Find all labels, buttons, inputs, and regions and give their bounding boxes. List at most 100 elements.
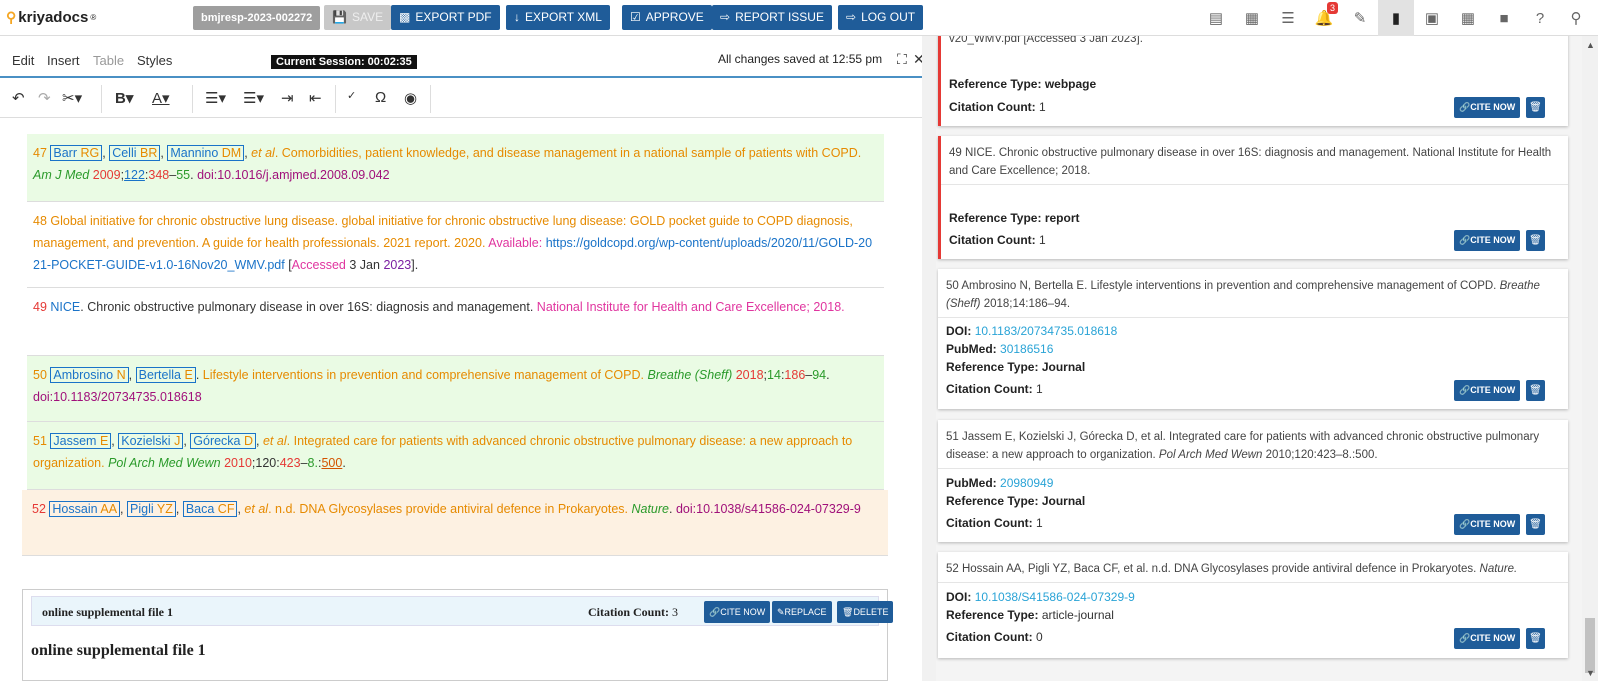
image-icon[interactable]: ▣ — [1414, 0, 1450, 36]
ref-50[interactable]: 50 Ambrosino N, Bertella E. Lifestyle in… — [27, 356, 884, 422]
ref-year: 2009 — [92, 168, 121, 182]
help-icon[interactable]: ? — [1522, 0, 1558, 36]
author-initials: N — [116, 368, 126, 382]
cite-now-button[interactable]: 🔗CITE NOW — [1454, 514, 1521, 535]
media-icon[interactable]: ▦ — [1234, 0, 1270, 36]
undo-icon[interactable]: ↶ — [12, 89, 25, 107]
report-issue-button[interactable]: ⇨ REPORT ISSUE — [712, 5, 832, 30]
cite-now-button[interactable]: 🔗CITE NOW — [1454, 628, 1521, 649]
card-citation: 52 Hossain AA, Pigli YZ, Baca CF, et al.… — [946, 563, 1518, 575]
ref-card-49[interactable]: 49 NICE. Chronic obstructive pulmonary d… — [938, 136, 1568, 259]
folder-icon[interactable]: ■ — [1486, 0, 1522, 36]
supplement-cite-now-button[interactable]: 🔗CITE NOW — [704, 601, 771, 623]
export-pdf-button[interactable]: ▩ EXPORT PDF — [391, 5, 500, 30]
panel-scrollbar[interactable]: ▲ ▼ — [1582, 36, 1598, 681]
scroll-up-icon[interactable]: ▲ — [1586, 40, 1595, 50]
book-icon[interactable]: ▮ — [1378, 0, 1414, 36]
export-xml-label: EXPORT XML — [525, 10, 602, 24]
trash-icon[interactable]: 🗑 — [1526, 97, 1545, 118]
bullet-list-icon[interactable]: ☰▾ — [205, 89, 226, 107]
table-icon[interactable]: ▦ — [1450, 0, 1486, 36]
scroll-down-icon[interactable]: ▼ — [1586, 668, 1595, 678]
ref-nd: n.d. — [275, 502, 296, 516]
author[interactable]: Celli BR — [109, 145, 161, 161]
cite-now-button[interactable]: 🔗CITE NOW — [1454, 97, 1521, 118]
fullscreen-icon[interactable]: ⛶ — [897, 51, 907, 68]
save-status: All changes saved at 12:55 pm — [718, 52, 883, 66]
ref-title: DNA Glycosylases provide antiviral defen… — [299, 502, 628, 516]
redo-icon[interactable]: ↷ — [38, 89, 51, 107]
menu-edit[interactable]: Edit — [12, 53, 34, 68]
ref-volume: 120 — [255, 456, 277, 470]
ref-49[interactable]: 49 NICE. Chronic obstructive pulmonary d… — [27, 288, 884, 356]
author[interactable]: Pigli YZ — [127, 501, 176, 517]
trash-icon[interactable]: 🗑 — [1526, 230, 1545, 251]
list-icon[interactable]: ☰ — [1270, 0, 1306, 36]
author[interactable]: Kozielski J — [118, 433, 184, 449]
supplement-title: online supplemental file 1 — [42, 605, 174, 619]
cut-icon[interactable]: ✂▾ — [62, 89, 82, 107]
author[interactable]: Baca CF — [182, 501, 238, 517]
approve-button[interactable]: ☑ APPROVE — [622, 5, 712, 30]
author[interactable]: Ambrosino N — [50, 367, 129, 383]
author[interactable]: Jassem E — [50, 433, 112, 449]
indent-icon[interactable]: ⇥ — [281, 89, 294, 107]
author-surname: Górecka — [193, 434, 241, 448]
trash-icon[interactable]: 🗑 — [1526, 380, 1545, 401]
numbered-list-icon[interactable]: ☰▾ — [243, 89, 264, 107]
ref-47[interactable]: 47 Barr RG, Celli BR, Mannino DM, et al.… — [27, 134, 884, 202]
ref-fpage: 186 — [784, 368, 806, 382]
ref-number: 52 — [32, 502, 46, 516]
search-icon[interactable]: ⚲ — [1558, 0, 1594, 36]
spellcheck-icon[interactable]: ✓ — [347, 89, 356, 102]
menu-table[interactable]: Table — [93, 53, 124, 68]
author-initials: DM — [221, 146, 242, 160]
save-button[interactable]: 💾 SAVE — [324, 5, 392, 30]
card-reftype: Reference Type: webpage — [949, 77, 1097, 91]
trash-icon[interactable]: 🗑 — [1526, 514, 1545, 535]
menu-styles[interactable]: Styles — [137, 53, 172, 68]
bell-icon[interactable]: 🔔 3 — [1306, 0, 1342, 36]
preview-eye-icon[interactable]: ◉ — [404, 89, 417, 107]
scroll-thumb[interactable] — [1585, 618, 1595, 673]
author-surname: Ambrosino — [53, 368, 114, 382]
special-char-icon[interactable]: Ω — [375, 89, 386, 106]
ref-card-48[interactable]: v20_WMV.pdf [Accessed 3 Jan 2023]. Refer… — [938, 36, 1568, 126]
author[interactable]: Bertella E — [135, 367, 196, 383]
author[interactable]: Górecka D — [190, 433, 257, 449]
word-icon[interactable]: ▤ — [1198, 0, 1234, 36]
supplement-header: online supplemental file 1 Citation Coun… — [31, 596, 894, 626]
author[interactable]: Mannino DM — [167, 145, 245, 161]
et-al: et al — [251, 146, 275, 160]
author[interactable]: Barr RG — [50, 145, 103, 161]
panel-divider[interactable] — [922, 36, 936, 681]
text-color-icon[interactable]: A▾ — [152, 89, 170, 107]
ref-48[interactable]: 48 Global initiative for chronic obstruc… — [27, 202, 884, 288]
logout-button[interactable]: ⇨ LOG OUT — [838, 5, 924, 30]
ref-51[interactable]: 51 Jassem E, Kozielski J, Górecka D, et … — [27, 422, 884, 490]
author[interactable]: Hossain AA — [49, 501, 121, 517]
cc-value: 3 — [672, 605, 679, 619]
export-xml-button[interactable]: ↓ EXPORT XML — [506, 5, 610, 30]
menu-insert[interactable]: Insert — [47, 53, 80, 68]
supplement-replace-button[interactable]: ✎REPLACE — [772, 601, 832, 623]
ref-card-52[interactable]: 52 Hossain AA, Pigli YZ, Baca CF, et al.… — [938, 552, 1568, 658]
ref-card-51[interactable]: 51 Jassem E, Kozielski J, Górecka D, et … — [938, 420, 1568, 542]
bold-icon[interactable]: B▾ — [115, 89, 133, 107]
ref-title: Chronic obstructive pulmonary disease in… — [87, 300, 534, 314]
author-surname: Pigli — [130, 502, 154, 516]
edit-doc-icon[interactable]: ✎ — [1342, 0, 1378, 36]
ref-number: 47 — [33, 146, 47, 160]
cite-now-button[interactable]: 🔗CITE NOW — [1454, 230, 1521, 251]
ref-card-50[interactable]: 50 Ambrosino N, Bertella E. Lifestyle in… — [938, 269, 1568, 409]
supplement-delete-button[interactable]: 🗑DELETE — [837, 601, 894, 623]
author-initials: CF — [217, 502, 235, 516]
cite-now-button[interactable]: 🔗CITE NOW — [1454, 380, 1521, 401]
ref-number: 48 — [33, 214, 47, 228]
ref-52[interactable]: 52 Hossain AA, Pigli YZ, Baca CF, et al.… — [22, 490, 888, 556]
trash-icon[interactable]: 🗑 — [1526, 628, 1545, 649]
outdent-icon[interactable]: ⇤ — [309, 89, 322, 107]
card-citation: v20_WMV.pdf [Accessed 3 Jan 2023]. — [949, 36, 1143, 45]
author-surname: Hossain — [52, 502, 98, 516]
delete-label: DELETE — [853, 607, 889, 617]
